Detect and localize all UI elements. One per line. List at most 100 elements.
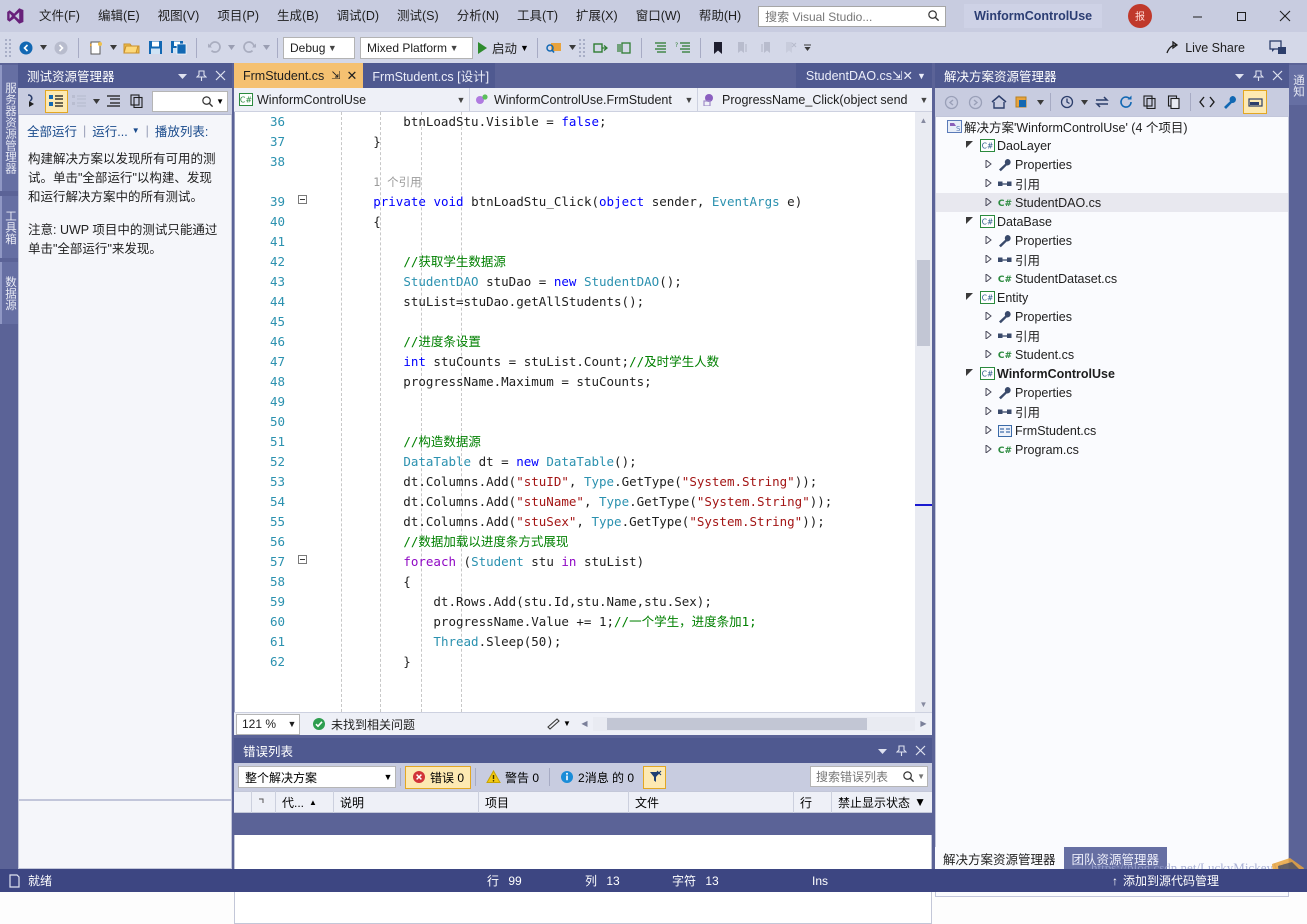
attach-dropdown-icon[interactable] xyxy=(567,36,578,60)
run-all-tests-link[interactable]: 全部运行 xyxy=(27,121,77,140)
clear-bookmarks-icon[interactable] xyxy=(778,36,802,60)
status-source-control[interactable]: ↑ 添加到源代码管理 xyxy=(1112,872,1219,889)
twisty-expanded-icon[interactable] xyxy=(962,292,977,303)
new-project-dropdown-icon[interactable] xyxy=(108,36,119,60)
pin-icon[interactable]: ⇲ xyxy=(331,69,340,82)
scroll-down-icon[interactable]: ▼ xyxy=(915,696,932,712)
navigate-forward-icon[interactable] xyxy=(49,36,73,60)
code-line[interactable]: 50 xyxy=(235,412,932,432)
bookmark-icon[interactable] xyxy=(706,36,730,60)
toolbar-grip[interactable] xyxy=(577,37,586,58)
toolbar-grip[interactable] xyxy=(4,37,12,58)
next-bookmark-icon[interactable] xyxy=(754,36,778,60)
tab-overflow-icon[interactable]: ▼ xyxy=(913,71,930,81)
code-line[interactable]: 43 StudentDAO stuDao = new StudentDAO(); xyxy=(235,272,932,292)
editor-vertical-scrollbar[interactable]: ▲ ▼ xyxy=(915,112,932,712)
avatar[interactable]: 报 xyxy=(1128,4,1152,28)
filter-icon[interactable] xyxy=(643,765,667,789)
vtab-toolbox[interactable]: 工具箱 xyxy=(0,196,18,258)
code-line[interactable]: 45 xyxy=(235,312,932,332)
code-line[interactable]: 36 btnLoadStu.Visible = false; xyxy=(235,112,932,132)
code-line[interactable]: 1 个引用 xyxy=(235,172,932,192)
code-line[interactable]: 54 dt.Columns.Add("stuName", Type.GetTyp… xyxy=(235,492,932,512)
solution-configuration-combo[interactable]: Debug ▼ xyxy=(283,36,355,59)
vtab-data-sources[interactable]: 数据源 xyxy=(0,262,18,324)
sync-icon[interactable] xyxy=(1090,90,1114,114)
menu-tools[interactable]: 工具(T) xyxy=(508,0,567,32)
undo-dropdown-icon[interactable] xyxy=(226,36,237,60)
code-editor-surface[interactable]: 36 btnLoadStu.Visible = false; 37 } 38 1 个… xyxy=(234,112,932,712)
column-line[interactable]: 行 xyxy=(794,791,832,813)
step-into-icon[interactable] xyxy=(588,36,612,60)
code-line[interactable]: 41 xyxy=(235,232,932,252)
navigate-back-icon[interactable] xyxy=(939,90,963,114)
close-button[interactable] xyxy=(1263,0,1307,32)
menu-project[interactable]: 项目(P) xyxy=(208,0,268,32)
tree-node[interactable]: Properties xyxy=(936,307,1288,326)
copy-icon[interactable] xyxy=(125,90,148,113)
code-line[interactable]: 49 xyxy=(235,392,932,412)
menu-analyze[interactable]: 分析(N) xyxy=(448,0,508,32)
new-project-icon[interactable] xyxy=(84,36,108,60)
tree-node[interactable]: C# DataBase xyxy=(936,212,1288,231)
menu-edit[interactable]: 编辑(E) xyxy=(89,0,149,32)
editor-horizontal-scrollbar[interactable]: ▼ ◀ ▶ xyxy=(542,712,932,735)
solution-tree[interactable]: S 解决方案'WinformControlUse' (4 个项目) C# DaoL… xyxy=(935,116,1289,897)
save-all-icon[interactable] xyxy=(167,36,191,60)
selection-margin-icon[interactable]: ▼ xyxy=(542,717,576,730)
code-line[interactable]: 55 dt.Columns.Add("stuSex", Type.GetType… xyxy=(235,512,932,532)
tree-node[interactable]: 引用 xyxy=(936,250,1288,269)
column-file[interactable]: 文件 xyxy=(629,791,794,813)
run-tests-link[interactable]: 运行... xyxy=(92,121,127,140)
group-list-icon[interactable] xyxy=(68,90,91,113)
run-tests-icon[interactable] xyxy=(22,90,45,113)
code-line[interactable]: 53 dt.Columns.Add("stuID", Type.GetType(… xyxy=(235,472,932,492)
navbar-project-combo[interactable]: C# WinformControlUse ▼ xyxy=(234,87,470,112)
window-buttons[interactable] xyxy=(1175,0,1307,32)
refresh-icon[interactable] xyxy=(1114,90,1138,114)
tab-solution-explorer[interactable]: 解决方案资源管理器 xyxy=(935,847,1064,869)
navigate-backward-dropdown-icon[interactable] xyxy=(38,36,49,60)
twisty-collapsed-icon[interactable] xyxy=(980,310,995,322)
tree-node[interactable]: 引用 xyxy=(936,174,1288,193)
solution-platform-combo[interactable]: Mixed Platform ▼ xyxy=(360,36,473,59)
code-line[interactable]: 57 foreach (Student stu in stuList) xyxy=(235,552,932,572)
open-file-icon[interactable] xyxy=(119,36,143,60)
code-line[interactable]: 42 //获取学生数据源 xyxy=(235,252,932,272)
collapse-all-icon[interactable] xyxy=(1138,90,1162,114)
show-all-files-icon[interactable] xyxy=(1162,90,1186,114)
menu-extensions[interactable]: 扩展(X) xyxy=(567,0,627,32)
pin-icon[interactable] xyxy=(1249,65,1268,87)
code-line[interactable]: 59 dt.Rows.Add(stu.Id,stu.Name,stu.Sex); xyxy=(235,592,932,612)
tree-node[interactable]: C# StudentDAO.cs xyxy=(936,193,1288,212)
tab-studentdao-cs[interactable]: StudentDAO.cs ⇲ ✕ ▼ xyxy=(795,63,932,88)
code-line[interactable]: 46 //进度条设置 xyxy=(235,332,932,352)
twisty-collapsed-icon[interactable] xyxy=(980,158,995,170)
menu-build[interactable]: 生成(B) xyxy=(268,0,328,32)
feedback-icon[interactable] xyxy=(1265,36,1291,59)
code-line[interactable]: 62 } xyxy=(235,652,932,672)
twisty-collapsed-icon[interactable] xyxy=(980,196,995,208)
pin-icon[interactable] xyxy=(892,740,911,762)
vtab-notifications[interactable]: 通知 xyxy=(1289,65,1307,105)
panel-menu-icon[interactable] xyxy=(1230,65,1249,87)
tree-node[interactable]: 引用 xyxy=(936,402,1288,421)
tree-node[interactable]: C# Program.cs xyxy=(936,440,1288,459)
errors-toggle[interactable]: 错误 0 xyxy=(405,765,472,789)
attach-to-process-icon[interactable] xyxy=(543,36,567,60)
scroll-left-icon[interactable]: ◀ xyxy=(576,719,593,728)
panel-menu-icon[interactable] xyxy=(873,740,892,762)
twisty-collapsed-icon[interactable] xyxy=(980,272,995,284)
pin-icon[interactable]: ⇲ xyxy=(892,68,902,83)
twisty-collapsed-icon[interactable] xyxy=(980,405,995,417)
navbar-member-combo[interactable]: ProgressName_Click(object send ▼ xyxy=(698,88,932,112)
pending-changes-dropdown-icon[interactable] xyxy=(1035,90,1046,114)
preview-selected-items-icon[interactable] xyxy=(1243,90,1267,114)
menu-file[interactable]: 文件(F) xyxy=(30,0,89,32)
code-line[interactable]: 51 //构造数据源 xyxy=(235,432,932,452)
start-debug-button[interactable]: 启动 ▼ xyxy=(473,36,532,60)
column-suppression[interactable]: 禁止显示状态 ▼ xyxy=(832,791,932,813)
step-over-icon[interactable] xyxy=(612,36,636,60)
expand-collapse-icon[interactable] xyxy=(102,90,125,113)
menu-debug[interactable]: 调试(D) xyxy=(328,0,388,32)
